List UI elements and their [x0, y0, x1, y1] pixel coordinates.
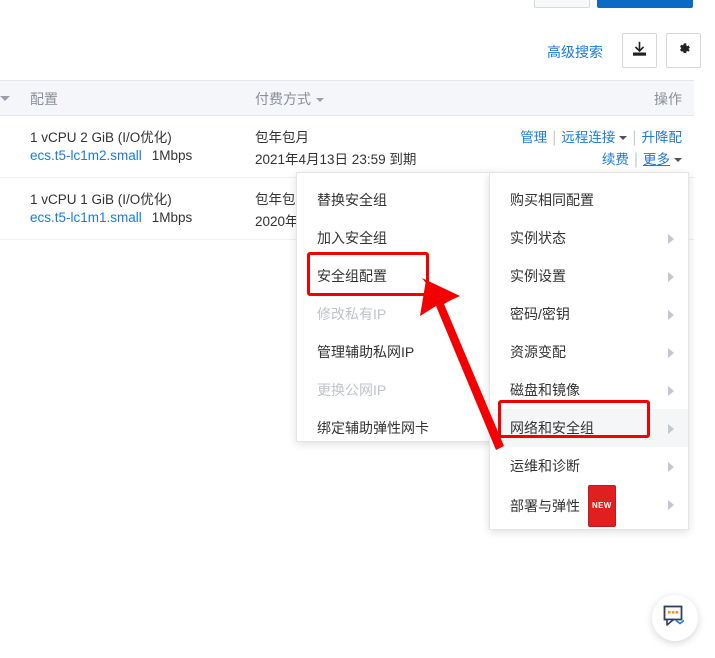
primary-button[interactable]	[597, 0, 693, 8]
payment-expiry: 2020年	[255, 214, 299, 229]
config-type-line: ecs.t5-lc1m2.small 1Mbps	[30, 148, 192, 163]
secondary-button[interactable]	[534, 0, 590, 8]
menu-item-label: 替换安全组	[317, 192, 387, 208]
menu-item-label: 修改私有IP	[317, 306, 387, 322]
action-change-config[interactable]: 升降配	[642, 130, 683, 145]
chevron-right-icon	[668, 234, 674, 244]
column-header-payment[interactable]: 付费方式	[255, 81, 324, 117]
menu-item-label: 管理辅助私网IP	[317, 344, 415, 360]
menu-item-change-public-ip: 更换公网IP	[297, 371, 493, 409]
table-row: 1 vCPU 2 GiB (I/O优化) ecs.t5-lc1m2.small 1…	[0, 116, 694, 178]
network-security-submenu: 替换安全组 加入安全组 安全组配置 修改私有IP 管理辅助私网IP 更换公网IP…	[296, 172, 494, 442]
menu-item-bind-secondary-eni[interactable]: 绑定辅助弹性网卡	[297, 409, 493, 447]
menu-item-label: 网络和安全组	[510, 420, 594, 436]
column-header-config: 配置	[30, 91, 58, 107]
chevron-right-icon	[668, 310, 674, 320]
table-header-row: 配置 付费方式 操作	[0, 80, 694, 116]
menu-item-label: 密码/密钥	[510, 306, 570, 322]
menu-item-label: 运维和诊断	[510, 458, 580, 474]
search-toolbar: 高级搜索	[0, 30, 715, 80]
menu-item-label: 磁盘和镜像	[510, 382, 580, 398]
chevron-right-icon	[668, 386, 674, 396]
menu-item-label: 实例设置	[510, 268, 566, 284]
menu-item-network-security-group[interactable]: 网络和安全组	[490, 409, 688, 447]
menu-item-manage-secondary-private-ip[interactable]: 管理辅助私网IP	[297, 333, 493, 371]
menu-item-join-security-group[interactable]: 加入安全组	[297, 219, 493, 257]
menu-item-buy-same-config[interactable]: 购买相同配置	[490, 181, 688, 219]
new-badge: NEW	[588, 485, 616, 527]
menu-item-label: 绑定辅助弹性网卡	[317, 420, 429, 436]
gear-icon	[676, 41, 692, 60]
config-spec: 1 vCPU 2 GiB (I/O优化)	[30, 130, 172, 145]
settings-button[interactable]	[666, 33, 701, 68]
chevron-down-icon[interactable]	[674, 158, 682, 162]
select-all-caret-icon[interactable]	[0, 96, 10, 101]
bandwidth-label: 1Mbps	[151, 210, 193, 225]
divider: |	[552, 129, 557, 146]
chat-bubble-icon	[663, 605, 687, 632]
action-renew[interactable]: 续费	[602, 152, 629, 167]
menu-item-label: 资源变配	[510, 344, 566, 360]
more-actions-menu: 购买相同配置 实例状态 实例设置 密码/密钥 资源变配 磁盘和镜像 网络和安全组…	[489, 172, 689, 530]
menu-item-password-key[interactable]: 密码/密钥	[490, 295, 688, 333]
export-button[interactable]	[622, 33, 657, 68]
config-type-link[interactable]: ecs.t5-lc1m1.small	[30, 210, 142, 225]
chevron-right-icon	[668, 272, 674, 282]
operations-line-1: 管理 | 远程连接 | 升降配	[520, 126, 682, 147]
menu-item-security-group-config[interactable]: 安全组配置	[297, 257, 493, 295]
payment-type: 包年包月	[255, 130, 309, 145]
top-button-row	[0, 0, 715, 8]
column-header-operation: 操作	[654, 91, 682, 107]
column-header-payment-label: 付费方式	[255, 91, 311, 107]
operations-line-2: 续费 | 更多	[602, 148, 682, 169]
chevron-down-icon[interactable]	[619, 136, 628, 140]
config-type-link[interactable]: ecs.t5-lc1m2.small	[30, 148, 142, 163]
menu-item-disk-image[interactable]: 磁盘和镜像	[490, 371, 688, 409]
export-icon	[631, 41, 648, 61]
bandwidth-label: 1Mbps	[151, 148, 193, 163]
menu-item-label: 加入安全组	[317, 230, 387, 246]
menu-item-instance-settings[interactable]: 实例设置	[490, 257, 688, 295]
advanced-search-link[interactable]: 高级搜索	[547, 42, 603, 62]
menu-item-label: 安全组配置	[317, 268, 387, 284]
menu-item-deploy-elasticity[interactable]: 部署与弹性 NEW	[490, 485, 688, 527]
chevron-right-icon	[668, 462, 674, 472]
menu-item-instance-status[interactable]: 实例状态	[490, 219, 688, 257]
chevron-right-icon	[668, 500, 674, 510]
menu-item-label: 更换公网IP	[317, 382, 387, 398]
menu-item-resource-change[interactable]: 资源变配	[490, 333, 688, 371]
action-remote-connect[interactable]: 远程连接	[561, 130, 615, 145]
chevron-right-icon	[668, 424, 674, 434]
menu-item-label: 部署与弹性	[510, 498, 580, 514]
payment-expiry: 2021年4月13日 23:59 到期	[255, 152, 417, 167]
divider: |	[633, 151, 638, 168]
menu-item-ops-diagnostics[interactable]: 运维和诊断	[490, 447, 688, 485]
menu-item-label: 实例状态	[510, 230, 566, 246]
chevron-right-icon	[668, 348, 674, 358]
action-manage[interactable]: 管理	[520, 130, 547, 145]
menu-item-label: 购买相同配置	[510, 192, 594, 208]
config-type-line: ecs.t5-lc1m1.small 1Mbps	[30, 210, 192, 225]
divider: |	[632, 129, 637, 146]
chat-button[interactable]	[652, 595, 698, 641]
menu-item-modify-private-ip: 修改私有IP	[297, 295, 493, 333]
action-more[interactable]: 更多	[643, 152, 670, 167]
chevron-down-icon	[316, 98, 324, 102]
config-spec: 1 vCPU 1 GiB (I/O优化)	[30, 192, 172, 207]
menu-item-replace-security-group[interactable]: 替换安全组	[297, 181, 493, 219]
